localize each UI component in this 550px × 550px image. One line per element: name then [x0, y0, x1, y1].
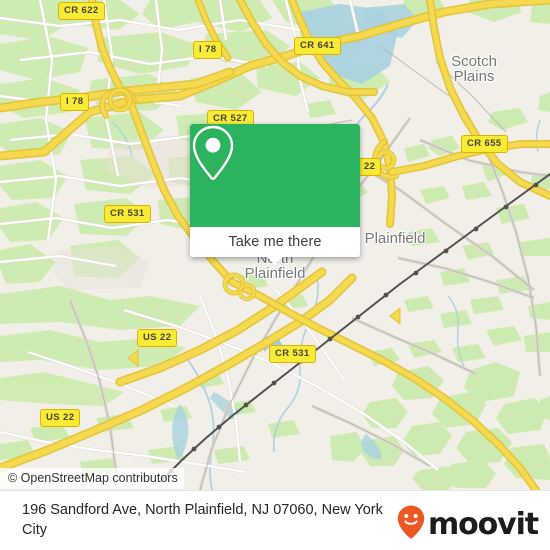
shield-cr-531-2: CR 531	[269, 345, 316, 363]
shield-us-22-2: US 22	[40, 409, 81, 427]
take-me-there-label: Take me there	[228, 234, 322, 250]
popup-tail	[267, 257, 283, 265]
take-me-there-popup[interactable]: Take me there	[190, 124, 360, 265]
place-label-scotch-plains: Scotch Plains	[451, 54, 497, 84]
shield-cr-641: CR 641	[294, 37, 341, 55]
place-label-line: Plainfield	[364, 230, 426, 247]
shield-cr-622: CR 622	[58, 2, 105, 20]
moovit-smiley-pin-icon	[397, 505, 425, 544]
popup-image-area	[190, 124, 360, 227]
shield-i-78-1: I 78	[193, 41, 223, 59]
footer-address-text: 196 Sandford Ave, North Plainfield, NJ 0…	[22, 502, 383, 538]
moovit-wordmark: moovit	[427, 506, 539, 542]
shield-cr-655: CR 655	[461, 135, 508, 153]
moovit-logo[interactable]: moovit	[397, 505, 539, 544]
map-canvas[interactable]: .park{fill:#cdebb0;} .resid{fill:#e8e3d8…	[0, 0, 550, 490]
shield-us-22-1: US 22	[137, 329, 178, 347]
place-label-line: Scotch	[451, 53, 497, 70]
place-label-plainfield-east: Plainfield	[365, 231, 426, 246]
take-me-there-button[interactable]: Take me there	[190, 227, 360, 257]
place-label-line: Plains	[453, 68, 495, 85]
map-attribution[interactable]: © OpenStreetMap contributors	[0, 468, 184, 489]
shield-route-22: 22	[358, 158, 382, 176]
shield-i-78-2: I 78	[60, 93, 90, 111]
footer-bar: 196 Sandford Ave, North Plainfield, NJ 0…	[0, 490, 550, 550]
place-label-line: Plainfield	[244, 265, 306, 282]
screenshot-root: .park{fill:#cdebb0;} .resid{fill:#e8e3d8…	[0, 0, 550, 550]
attribution-text: © OpenStreetMap contributors	[8, 471, 178, 485]
shield-cr-531-1: CR 531	[104, 205, 151, 223]
